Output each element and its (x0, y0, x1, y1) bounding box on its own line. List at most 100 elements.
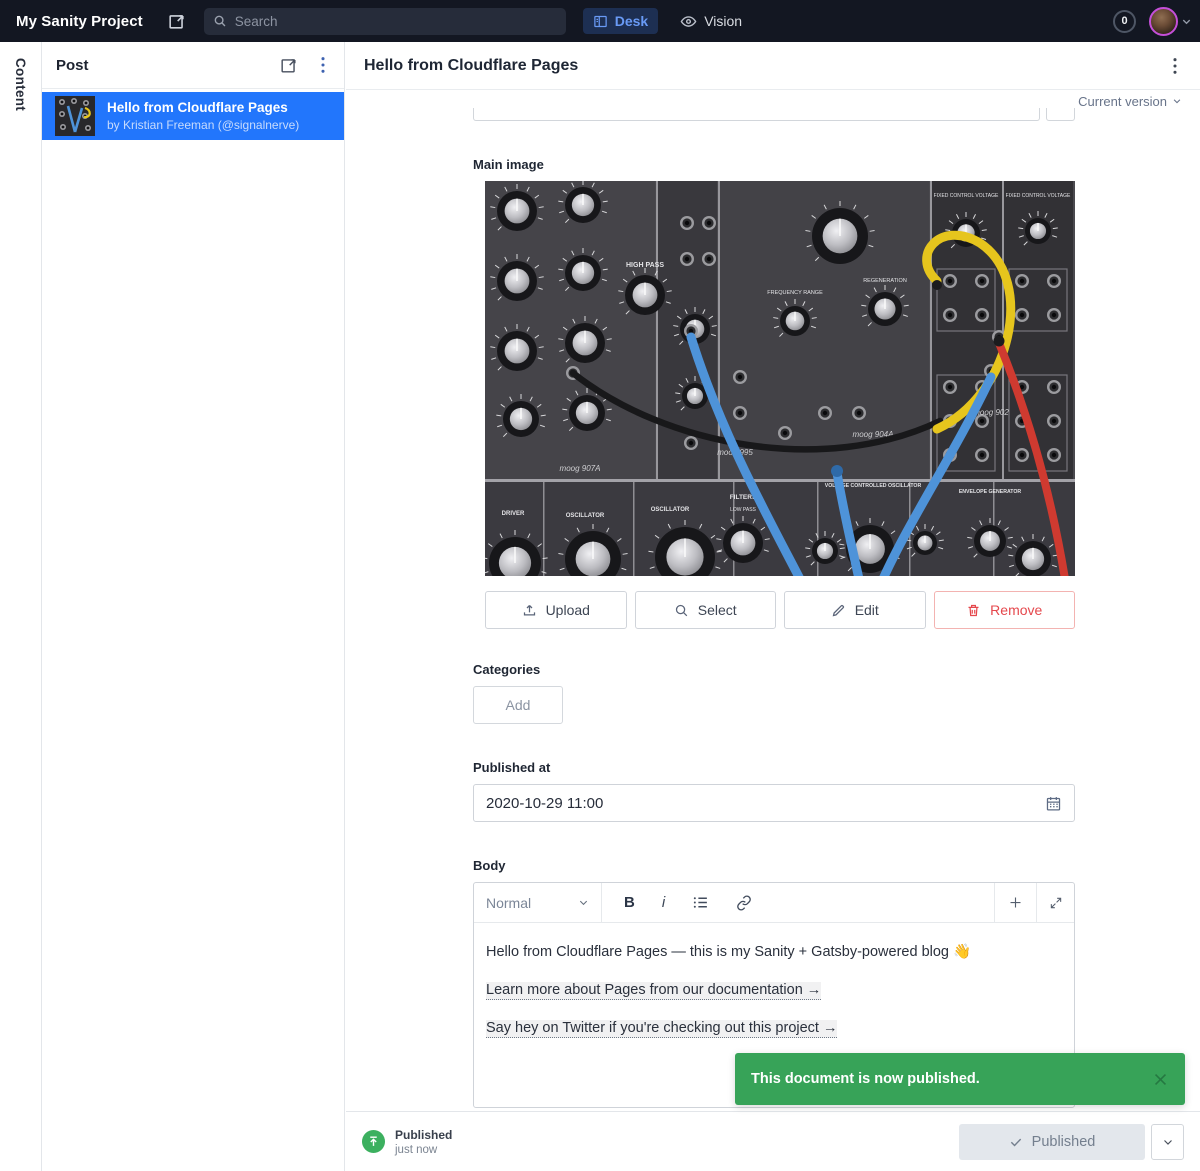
search-icon (213, 14, 227, 28)
document-header: Hello from Cloudflare Pages (346, 42, 1200, 90)
check-icon (1009, 1135, 1023, 1149)
document-footer: Published just now Published (346, 1111, 1200, 1171)
publish-menu-button[interactable] (1151, 1124, 1184, 1160)
published-at-field[interactable] (473, 784, 1075, 822)
body-paragraph-text: Hello from Cloudflare Pages — this is my… (486, 944, 949, 960)
clipped-field-row (473, 108, 1075, 121)
pane-title: Post (56, 57, 261, 74)
edit-label: Edit (855, 602, 879, 618)
search-input[interactable] (235, 14, 557, 29)
remove-button[interactable]: Remove (934, 591, 1076, 629)
svg-text:OSCILLATOR: OSCILLATOR (566, 513, 605, 519)
body-paragraph[interactable]: Learn more about Pages from our document… (486, 980, 1062, 1001)
select-button[interactable]: Select (635, 591, 777, 629)
expand-editor-button[interactable] (1036, 883, 1074, 922)
published-button-label: Published (1032, 1134, 1096, 1150)
published-button[interactable]: Published (959, 1124, 1145, 1160)
svg-text:HIGH PASS: HIGH PASS (626, 262, 664, 269)
document-title: Hello from Cloudflare Pages (364, 57, 1168, 75)
remove-label: Remove (990, 602, 1042, 618)
svg-text:REGENERATION: REGENERATION (863, 278, 907, 284)
post-pane: Post Hello from Cloudflare Pages by Kris… (42, 42, 345, 1171)
chevron-down-icon (578, 897, 589, 908)
body-paragraph[interactable]: Hello from Cloudflare Pages — this is my… (486, 942, 1062, 963)
post-item-texts: Hello from Cloudflare Pages by Kristian … (107, 100, 299, 133)
project-title: My Sanity Project (16, 13, 143, 30)
eye-icon (680, 13, 697, 30)
publish-status: Published (395, 1128, 452, 1142)
clipped-field-button[interactable] (1046, 108, 1075, 121)
twitter-link[interactable]: Say hey on Twitter if you're checking ou… (486, 1020, 837, 1038)
add-category-button[interactable]: Add (473, 686, 563, 724)
svg-text:moog 907A: moog 907A (560, 464, 601, 473)
search-bar[interactable] (204, 8, 566, 35)
wave-emoji: 👋 (953, 944, 971, 960)
post-thumbnail (55, 96, 95, 136)
content-rail[interactable]: Content (0, 42, 42, 1171)
document-panel: Hello from Cloudflare Pages Current vers… (346, 42, 1200, 1171)
tab-vision[interactable]: Vision (680, 13, 742, 30)
document-menu-icon[interactable] (1168, 57, 1182, 75)
bold-button[interactable]: B (624, 894, 635, 911)
version-label: Current version (1078, 94, 1167, 109)
tab-vision-label: Vision (704, 13, 742, 29)
link-icon[interactable] (736, 895, 752, 911)
chevron-down-icon (1162, 1136, 1174, 1148)
editor-toolbar: Normal B i (474, 883, 1074, 923)
pane-header: Post (42, 42, 344, 89)
success-toast: This document is now published. (735, 1053, 1185, 1105)
main-image-preview[interactable]: HIGH PASS FREQUENCY RANGE REGENERATION FIXE… (485, 181, 1075, 576)
published-at-input[interactable] (486, 795, 1045, 812)
body-paragraph[interactable]: Say hey on Twitter if you're checking ou… (486, 1018, 1062, 1039)
clipped-text-input[interactable] (473, 108, 1040, 121)
avatar[interactable] (1149, 7, 1178, 36)
image-actions: Upload Select Edit Remove (485, 591, 1075, 629)
trash-icon (966, 603, 981, 618)
svg-text:FIXED CONTROL VOLTAGE: FIXED CONTROL VOLTAGE (934, 193, 999, 199)
body-label: Body (473, 858, 1200, 873)
text-style-value: Normal (486, 895, 531, 911)
calendar-icon[interactable] (1045, 795, 1062, 812)
notification-badge[interactable]: 0 (1113, 10, 1136, 33)
document-form: Main image HIGH PASS FREQUENCY RANGE REGEN… (346, 108, 1200, 1111)
published-at-label: Published at (473, 760, 1200, 775)
pane-menu-icon[interactable] (316, 56, 330, 74)
toast-message: This document is now published. (751, 1071, 1152, 1087)
upload-button[interactable]: Upload (485, 591, 627, 629)
content-rail-label: Content (13, 58, 28, 111)
tab-desk-label: Desk (615, 13, 648, 29)
svg-text:ENVELOPE GENERATOR: ENVELOPE GENERATOR (959, 489, 1022, 495)
edit-button[interactable]: Edit (784, 591, 926, 629)
create-post-icon[interactable] (279, 56, 298, 75)
tab-desk[interactable]: Desk (583, 8, 658, 34)
publish-status-texts: Published just now (395, 1128, 452, 1156)
chevron-down-icon[interactable] (1181, 16, 1192, 27)
new-document-icon[interactable] (167, 12, 186, 31)
chevron-down-icon (1172, 96, 1182, 106)
bullet-list-icon[interactable] (692, 894, 709, 911)
categories-label: Categories (473, 662, 1200, 677)
top-navbar: My Sanity Project Desk Vision 0 (0, 0, 1200, 42)
main-image-label: Main image (473, 157, 1200, 172)
body-text-area[interactable]: Hello from Cloudflare Pages — this is my… (474, 923, 1074, 1039)
close-icon[interactable] (1152, 1071, 1169, 1088)
svg-text:LOW PASS: LOW PASS (730, 507, 756, 513)
svg-text:FIXED CONTROL VOLTAGE: FIXED CONTROL VOLTAGE (1006, 193, 1071, 199)
post-item-subtitle: by Kristian Freeman (@signalnerve) (107, 118, 299, 132)
search-icon (674, 603, 689, 618)
select-label: Select (698, 602, 737, 618)
svg-text:OSCILLATOR: OSCILLATOR (651, 507, 690, 513)
svg-text:FREQUENCY RANGE: FREQUENCY RANGE (767, 290, 823, 296)
text-style-select[interactable]: Normal (474, 883, 602, 922)
upload-label: Upload (546, 602, 590, 618)
desk-icon (593, 14, 608, 29)
post-item-title: Hello from Cloudflare Pages (107, 100, 299, 117)
upload-icon (522, 603, 537, 618)
pencil-icon (831, 603, 846, 618)
list-item-post[interactable]: Hello from Cloudflare Pages by Kristian … (42, 92, 344, 140)
italic-button[interactable]: i (662, 894, 665, 911)
documentation-link[interactable]: Learn more about Pages from our document… (486, 982, 821, 1000)
publish-status-icon (362, 1130, 385, 1153)
publish-time: just now (395, 1144, 452, 1156)
insert-block-button[interactable] (994, 883, 1036, 922)
